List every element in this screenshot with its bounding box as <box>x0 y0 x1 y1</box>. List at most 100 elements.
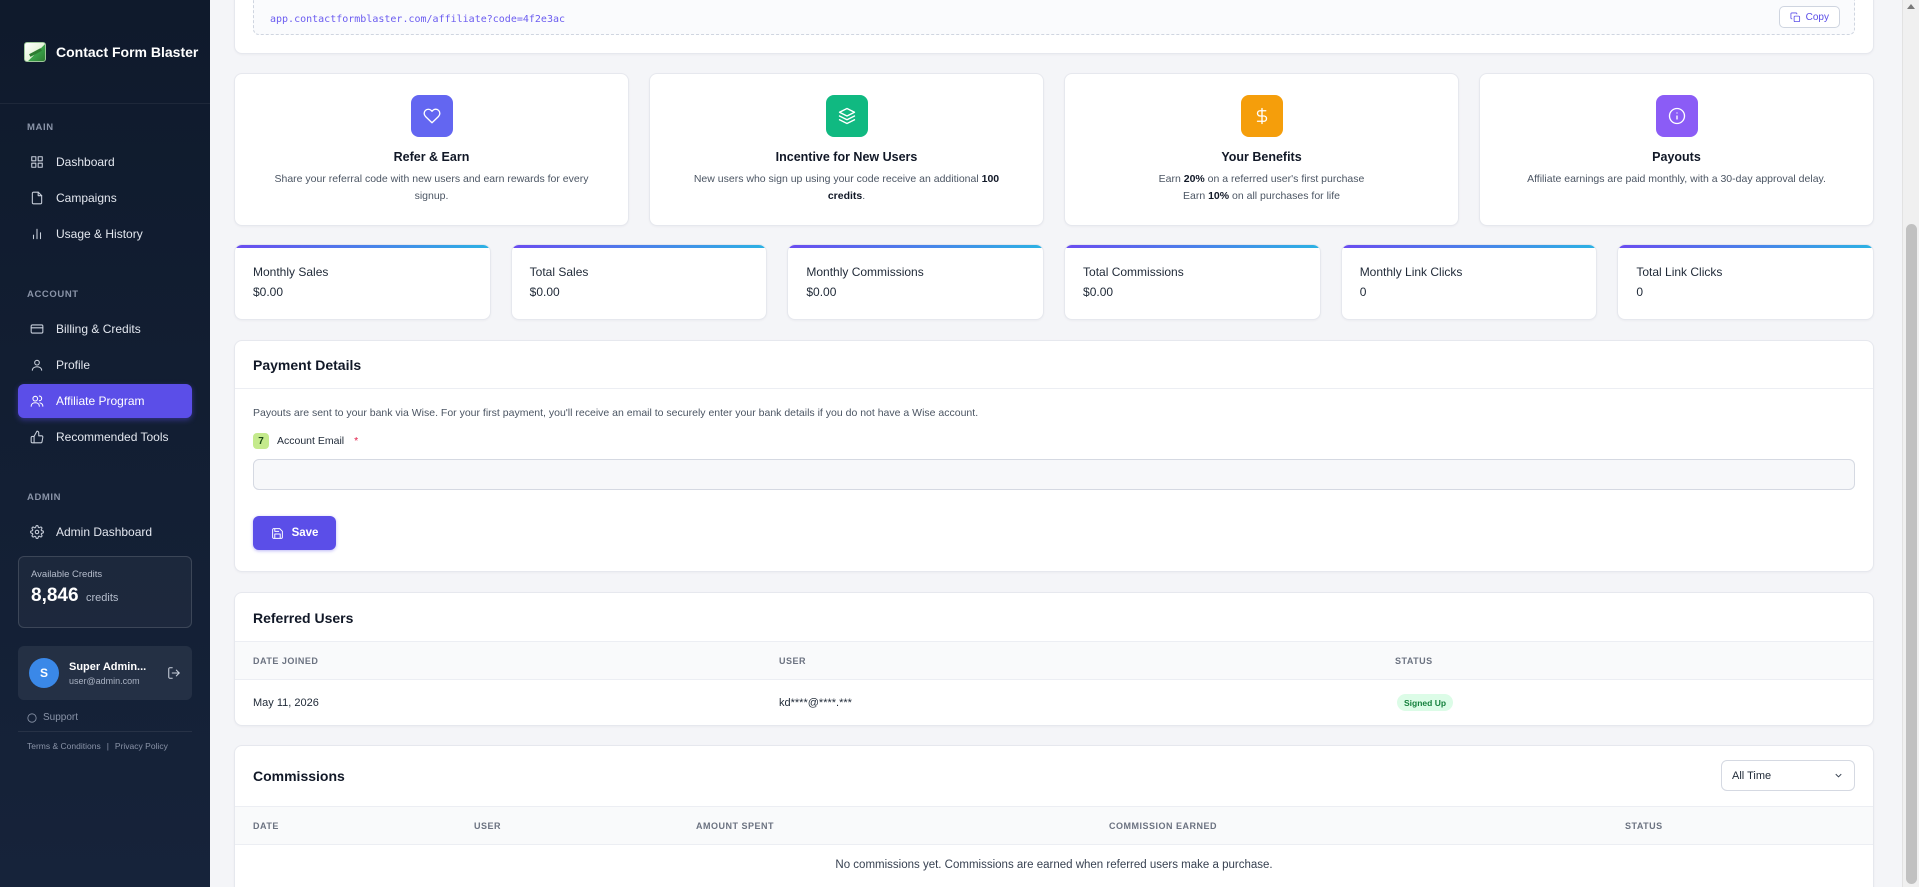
sidebar-item-dashboard[interactable]: Dashboard <box>18 145 192 179</box>
account-email-field[interactable] <box>253 459 1855 490</box>
column-header: USER <box>474 821 502 831</box>
grid-icon <box>31 156 43 168</box>
info-title: Payouts <box>1652 150 1701 164</box>
time-filter-select[interactable]: All Time <box>1721 760 1855 791</box>
info-card-benefits: Your Benefits Earn 20% on a referred use… <box>1064 73 1459 226</box>
select-value: All Time <box>1732 769 1772 782</box>
users-icon <box>30 395 44 407</box>
bar-chart-icon <box>32 228 42 240</box>
info-text-part: New users who sign up using your code re… <box>693 173 982 185</box>
section-title: Referred Users <box>253 610 354 626</box>
sidebar-item-label: Usage & History <box>56 227 143 241</box>
help-circle-icon <box>27 712 37 723</box>
sidebar-item-label: Admin Dashboard <box>56 525 153 539</box>
avatar[interactable]: S <box>29 658 59 688</box>
column-header: AMOUNT SPENT <box>696 821 774 831</box>
sidebar-item-admin-dashboard[interactable]: Admin Dashboard <box>18 515 192 549</box>
user-icon <box>31 359 43 371</box>
sidebar: Contact Form Blaster MAIN Dashboard Camp… <box>0 0 210 887</box>
sidebar-item-campaigns[interactable]: Campaigns <box>18 181 192 215</box>
info-text-part: on a referred user's first purchase <box>1204 173 1365 185</box>
copy-label: Copy <box>1805 11 1829 23</box>
brand[interactable]: Contact Form Blaster <box>0 0 210 104</box>
sidebar-item-label: Billing & Credits <box>56 322 141 336</box>
account-email-label: 7 Account Email * <box>253 433 1855 449</box>
stats-row: Monthly Sales $0.00 Total Sales $0.00 Mo… <box>234 244 1875 320</box>
info-text: Affiliate earnings are paid monthly, wit… <box>1527 173 1826 185</box>
empty-message: No commissions yet. Commissions are earn… <box>835 859 1273 871</box>
nav-heading-admin: ADMIN <box>27 492 62 503</box>
table-cell-user: kd****@****.*** <box>779 697 852 709</box>
info-text: Share your referral code with new users … <box>274 173 589 202</box>
info-title: Incentive for New Users <box>775 150 918 164</box>
sidebar-item-label: Recommended Tools <box>56 430 169 444</box>
stat-label: Monthly Commissions <box>806 265 924 279</box>
scroll-up-icon[interactable] <box>1907 4 1915 9</box>
logout-icon[interactable] <box>167 666 181 680</box>
stat-card-total-sales: Total Sales $0.00 <box>510 244 768 320</box>
column-header: COMMISSION EARNED <box>1109 821 1218 831</box>
benefit-line: Earn 20% on a referred user's first purc… <box>1089 171 1434 188</box>
credits-value: 8,846 credits <box>31 585 179 607</box>
support-label: Support <box>43 712 79 723</box>
referred-users-header: Referred Users <box>235 593 1873 641</box>
nav-section-main: MAIN Dashboard Campaigns Usage & History <box>18 122 192 251</box>
stat-value: 0 <box>1636 285 1644 299</box>
column-header: STATUS <box>1395 656 1433 666</box>
user-card: S Super Admin... user@admin.com <box>18 646 192 700</box>
column-header: STATUS <box>1625 821 1663 831</box>
table-cell-date: May 11, 2026 <box>253 697 319 709</box>
brand-name: Contact Form Blaster <box>56 43 199 60</box>
info-icon-box <box>825 95 868 137</box>
sidebar-item-recommended-tools[interactable]: Recommended Tools <box>18 420 192 454</box>
scrollbar[interactable] <box>1902 0 1919 887</box>
sidebar-item-label: Campaigns <box>56 191 117 205</box>
stat-value: $0.00 <box>1083 285 1114 299</box>
dollar-icon <box>1256 107 1267 125</box>
payment-details-card: Payment Details Payouts are sent to your… <box>234 340 1874 572</box>
section-title: Payment Details <box>253 357 362 373</box>
info-icon-box <box>1240 95 1283 137</box>
stat-value: $0.00 <box>806 285 837 299</box>
payment-note: Payouts are sent to your bank via Wise. … <box>253 407 979 419</box>
info-icon-box <box>1655 95 1698 137</box>
user-name: Super Admin... <box>69 660 147 673</box>
payment-details-header: Payment Details <box>235 341 1873 389</box>
credits-unit: credits <box>86 592 119 604</box>
available-credits-box: Available Credits 8,846 credits <box>18 556 192 628</box>
info-text-part: Earn <box>1158 173 1184 185</box>
info-cards: Refer & Earn Share your referral code wi… <box>234 73 1874 226</box>
scroll-thumb[interactable] <box>1906 224 1917 884</box>
info-title: Your Benefits <box>1221 150 1302 164</box>
sidebar-item-label: Dashboard <box>56 155 115 169</box>
referral-link-text[interactable]: app.contactformblaster.com/affiliate?cod… <box>270 14 565 25</box>
copy-icon <box>1790 12 1800 22</box>
chevron-down-icon <box>1835 773 1842 778</box>
info-text-bold: 10% <box>1208 190 1230 202</box>
stat-label: Total Commissions <box>1083 265 1184 279</box>
info-text-part: on all purchases for life <box>1229 190 1341 202</box>
nav-heading-account: ACCOUNT <box>27 289 79 300</box>
table-header: DATE USER AMOUNT SPENT COMMISSION EARNED… <box>235 806 1873 845</box>
footer-separator: | <box>106 741 109 751</box>
stat-card-monthly-link-clicks: Monthly Link Clicks 0 <box>1340 244 1598 320</box>
copy-button[interactable]: Copy <box>1778 6 1840 28</box>
nav-section-account: ACCOUNT Billing & Credits Profile Affili… <box>18 289 192 454</box>
referral-link-box: app.contactformblaster.com/affiliate?cod… <box>253 0 1855 35</box>
stat-card-total-link-clicks: Total Link Clicks 0 <box>1617 244 1875 320</box>
sidebar-item-profile[interactable]: Profile <box>18 348 192 382</box>
stat-card-total-commissions: Total Commissions $0.00 <box>1064 244 1321 320</box>
sidebar-item-usage-history[interactable]: Usage & History <box>18 217 192 251</box>
info-title: Refer & Earn <box>393 150 470 164</box>
terms-link[interactable]: Terms & Conditions <box>27 741 101 751</box>
sidebar-item-billing-credits[interactable]: Billing & Credits <box>18 312 192 346</box>
sidebar-item-affiliate-program[interactable]: Affiliate Program <box>18 384 192 418</box>
info-card-refer-earn: Refer & Earn Share your referral code wi… <box>234 73 629 226</box>
info-text-bold: 20% <box>1183 173 1205 185</box>
info-text: New users who sign up using your code re… <box>650 171 1043 205</box>
stat-label: Monthly Link Clicks <box>1359 265 1463 279</box>
support-link[interactable]: Support <box>27 712 78 723</box>
save-button[interactable]: Save <box>253 516 336 550</box>
privacy-link[interactable]: Privacy Policy <box>115 741 168 751</box>
column-header: USER <box>779 656 807 666</box>
